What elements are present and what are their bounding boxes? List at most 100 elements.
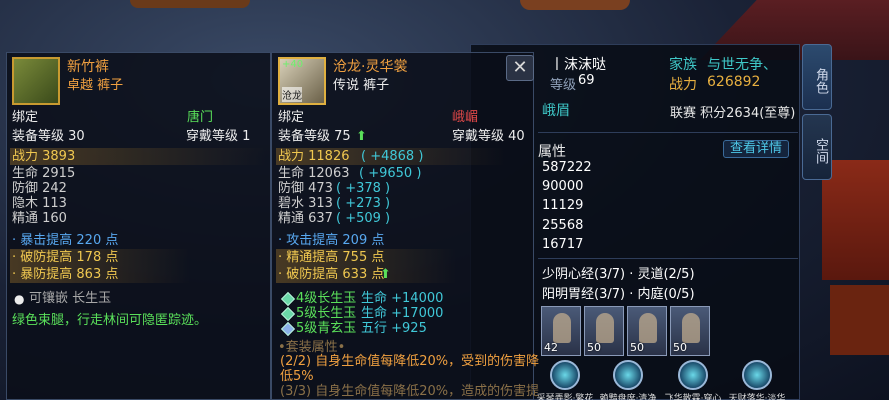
gem-stat: 生命 +14000 xyxy=(361,291,444,306)
right-item-attr-diff: ( +273 ) xyxy=(336,196,391,211)
pet-figure-icon xyxy=(682,313,700,343)
item-tag: 沧龙 xyxy=(282,87,302,102)
socket-dot-icon: ● xyxy=(14,292,25,306)
left-item-attr: 防御 242 xyxy=(12,181,67,196)
right-item-special: · 破防提高 633 点 xyxy=(278,267,385,282)
skill-label: 赖黯盘席·清净 xyxy=(599,394,657,400)
gem-level: 4级长生玉 xyxy=(296,291,357,306)
close-button[interactable]: ✕ xyxy=(506,55,534,81)
column-divider xyxy=(270,52,272,400)
pet-figure-icon xyxy=(596,313,614,343)
gem-stat: 生命 +17000 xyxy=(361,306,444,321)
level-label: 等级 xyxy=(550,78,577,93)
tab-character[interactable]: 角色 xyxy=(802,44,832,110)
pet-portrait[interactable]: 50 xyxy=(584,306,624,356)
family-label: 家族 xyxy=(669,57,697,73)
skill-icon[interactable] xyxy=(742,360,772,390)
skill-icon[interactable] xyxy=(613,360,643,390)
background-pillar xyxy=(830,285,889,355)
skill-icon[interactable] xyxy=(678,360,708,390)
right-item-attr: 防御 473 xyxy=(278,181,333,196)
family-value[interactable]: 与世无争、 xyxy=(707,54,777,74)
view-details-button[interactable]: 查看详情 xyxy=(723,140,789,158)
skill-label: 天财落华·淡华 xyxy=(728,394,786,400)
pet-level: 50 xyxy=(673,341,687,354)
right-item-attr-diff: ( +9650 ) xyxy=(359,166,422,181)
background-lantern xyxy=(130,0,250,8)
set-effect: (2/2) 自身生命值每降低20%，受到的伤害降 xyxy=(280,354,540,369)
sect-value: 峨眉 xyxy=(542,103,570,119)
right-item-attr-diff: ( +509 ) xyxy=(336,211,391,226)
enhance-badge: +40 xyxy=(282,59,304,70)
stat-value: 25568 xyxy=(542,218,584,233)
left-item-attr: 隐木 113 xyxy=(12,196,67,211)
skill-label: 飞华散霖·穿心 xyxy=(664,394,722,400)
set-effect: (3/3) 自身生命值每降低20%，造成的伤害提 xyxy=(280,384,540,399)
right-item-equip-level: 装备等级 75 xyxy=(278,129,351,144)
right-item-special: · 攻击提高 209 点 xyxy=(278,233,385,248)
pet-portrait[interactable]: 42 xyxy=(541,306,581,356)
pet-level: 42 xyxy=(544,341,558,354)
set-effect: 低5% xyxy=(280,369,314,384)
side-tabs: 角色 空间 xyxy=(802,44,832,184)
pet-level: 50 xyxy=(587,341,601,354)
left-item-wear-level: 穿戴等级 1 xyxy=(186,129,251,144)
pet-figure-icon xyxy=(639,313,657,343)
skill-icon[interactable] xyxy=(550,360,580,390)
tab-space[interactable]: 空间 xyxy=(802,114,832,180)
right-item-power-diff: ( +4868 ) xyxy=(361,149,424,164)
right-item-name: 沧龙·灵华裳 xyxy=(333,59,408,75)
skill-label: 采琴弄影·繁花 xyxy=(536,394,594,400)
right-item-school: 峨嵋 xyxy=(452,110,479,125)
left-item-icon xyxy=(12,57,60,105)
left-item-attr: 生命 2915 xyxy=(12,166,76,181)
left-item-attr: 精通 160 xyxy=(12,211,67,226)
left-item-name: 新竹裤 xyxy=(67,59,109,75)
left-item-socket: 可镶嵌 长生玉 xyxy=(29,291,112,306)
meridian-line: 少阴心经(3/7) · 灵道(2/5) xyxy=(542,267,695,282)
left-item-school: 唐门 xyxy=(187,110,214,125)
gem-level: 5级青玄玉 xyxy=(296,321,357,336)
pet-figure-icon xyxy=(553,313,571,343)
league-score: 联赛 积分2634(至尊) xyxy=(670,106,796,121)
left-item-bind: 绑定 xyxy=(12,110,39,125)
left-item-quality: 卓越 裤子 xyxy=(67,78,124,93)
power-value: 626892 xyxy=(707,74,761,90)
stat-value: 587222 xyxy=(542,160,592,175)
left-item-special: · 暴击提高 220 点 xyxy=(12,233,119,248)
arrow-up-icon: ⬆ xyxy=(356,129,367,144)
right-item-special: · 精通提高 755 点 xyxy=(278,250,385,265)
stat-value: 11129 xyxy=(542,198,584,213)
attributes-title: 属性 xyxy=(538,144,566,160)
meridian-line: 阳明胃经(3/7) · 内庭(0/5) xyxy=(542,287,695,302)
left-item-description: 绿色束腿，行走林间可隐匿踪迹。 xyxy=(12,313,208,328)
right-item-attr-diff: ( +378 ) xyxy=(336,181,391,196)
background-pillar xyxy=(822,160,889,280)
left-item-power: 战力 3893 xyxy=(12,149,76,164)
left-item-equip-level: 装备等级 30 xyxy=(12,129,85,144)
divider xyxy=(538,132,798,133)
right-item-power: 战力 11826 xyxy=(278,149,350,164)
power-label: 战力 xyxy=(669,77,697,93)
character-name: 丨沫沫哒 xyxy=(550,57,606,73)
right-item-bind: 绑定 xyxy=(278,110,305,125)
right-item-wear-level: 穿戴等级 40 xyxy=(452,129,525,144)
right-item-quality: 传说 裤子 xyxy=(333,78,390,93)
gem-stat: 五行 +925 xyxy=(361,321,427,336)
pet-portrait[interactable]: 50 xyxy=(670,306,710,356)
left-item-special: · 暴防提高 863 点 xyxy=(12,267,119,282)
arrow-up-icon: ⬆ xyxy=(380,267,391,282)
pet-portrait[interactable]: 50 xyxy=(627,306,667,356)
right-item-attr: 碧水 313 xyxy=(278,196,333,211)
right-item-icon: +40 沧龙 xyxy=(278,57,326,105)
stat-value: 90000 xyxy=(542,179,584,194)
pet-level: 50 xyxy=(630,341,644,354)
background-lantern xyxy=(520,0,630,10)
level-value: 69 xyxy=(578,73,595,88)
right-item-attr: 生命 12063 xyxy=(278,166,350,181)
gem-level: 5级长生玉 xyxy=(296,306,357,321)
divider xyxy=(538,258,798,259)
stat-value: 16717 xyxy=(542,237,584,252)
right-item-attr: 精通 637 xyxy=(278,211,333,226)
left-item-special: · 破防提高 178 点 xyxy=(12,250,119,265)
